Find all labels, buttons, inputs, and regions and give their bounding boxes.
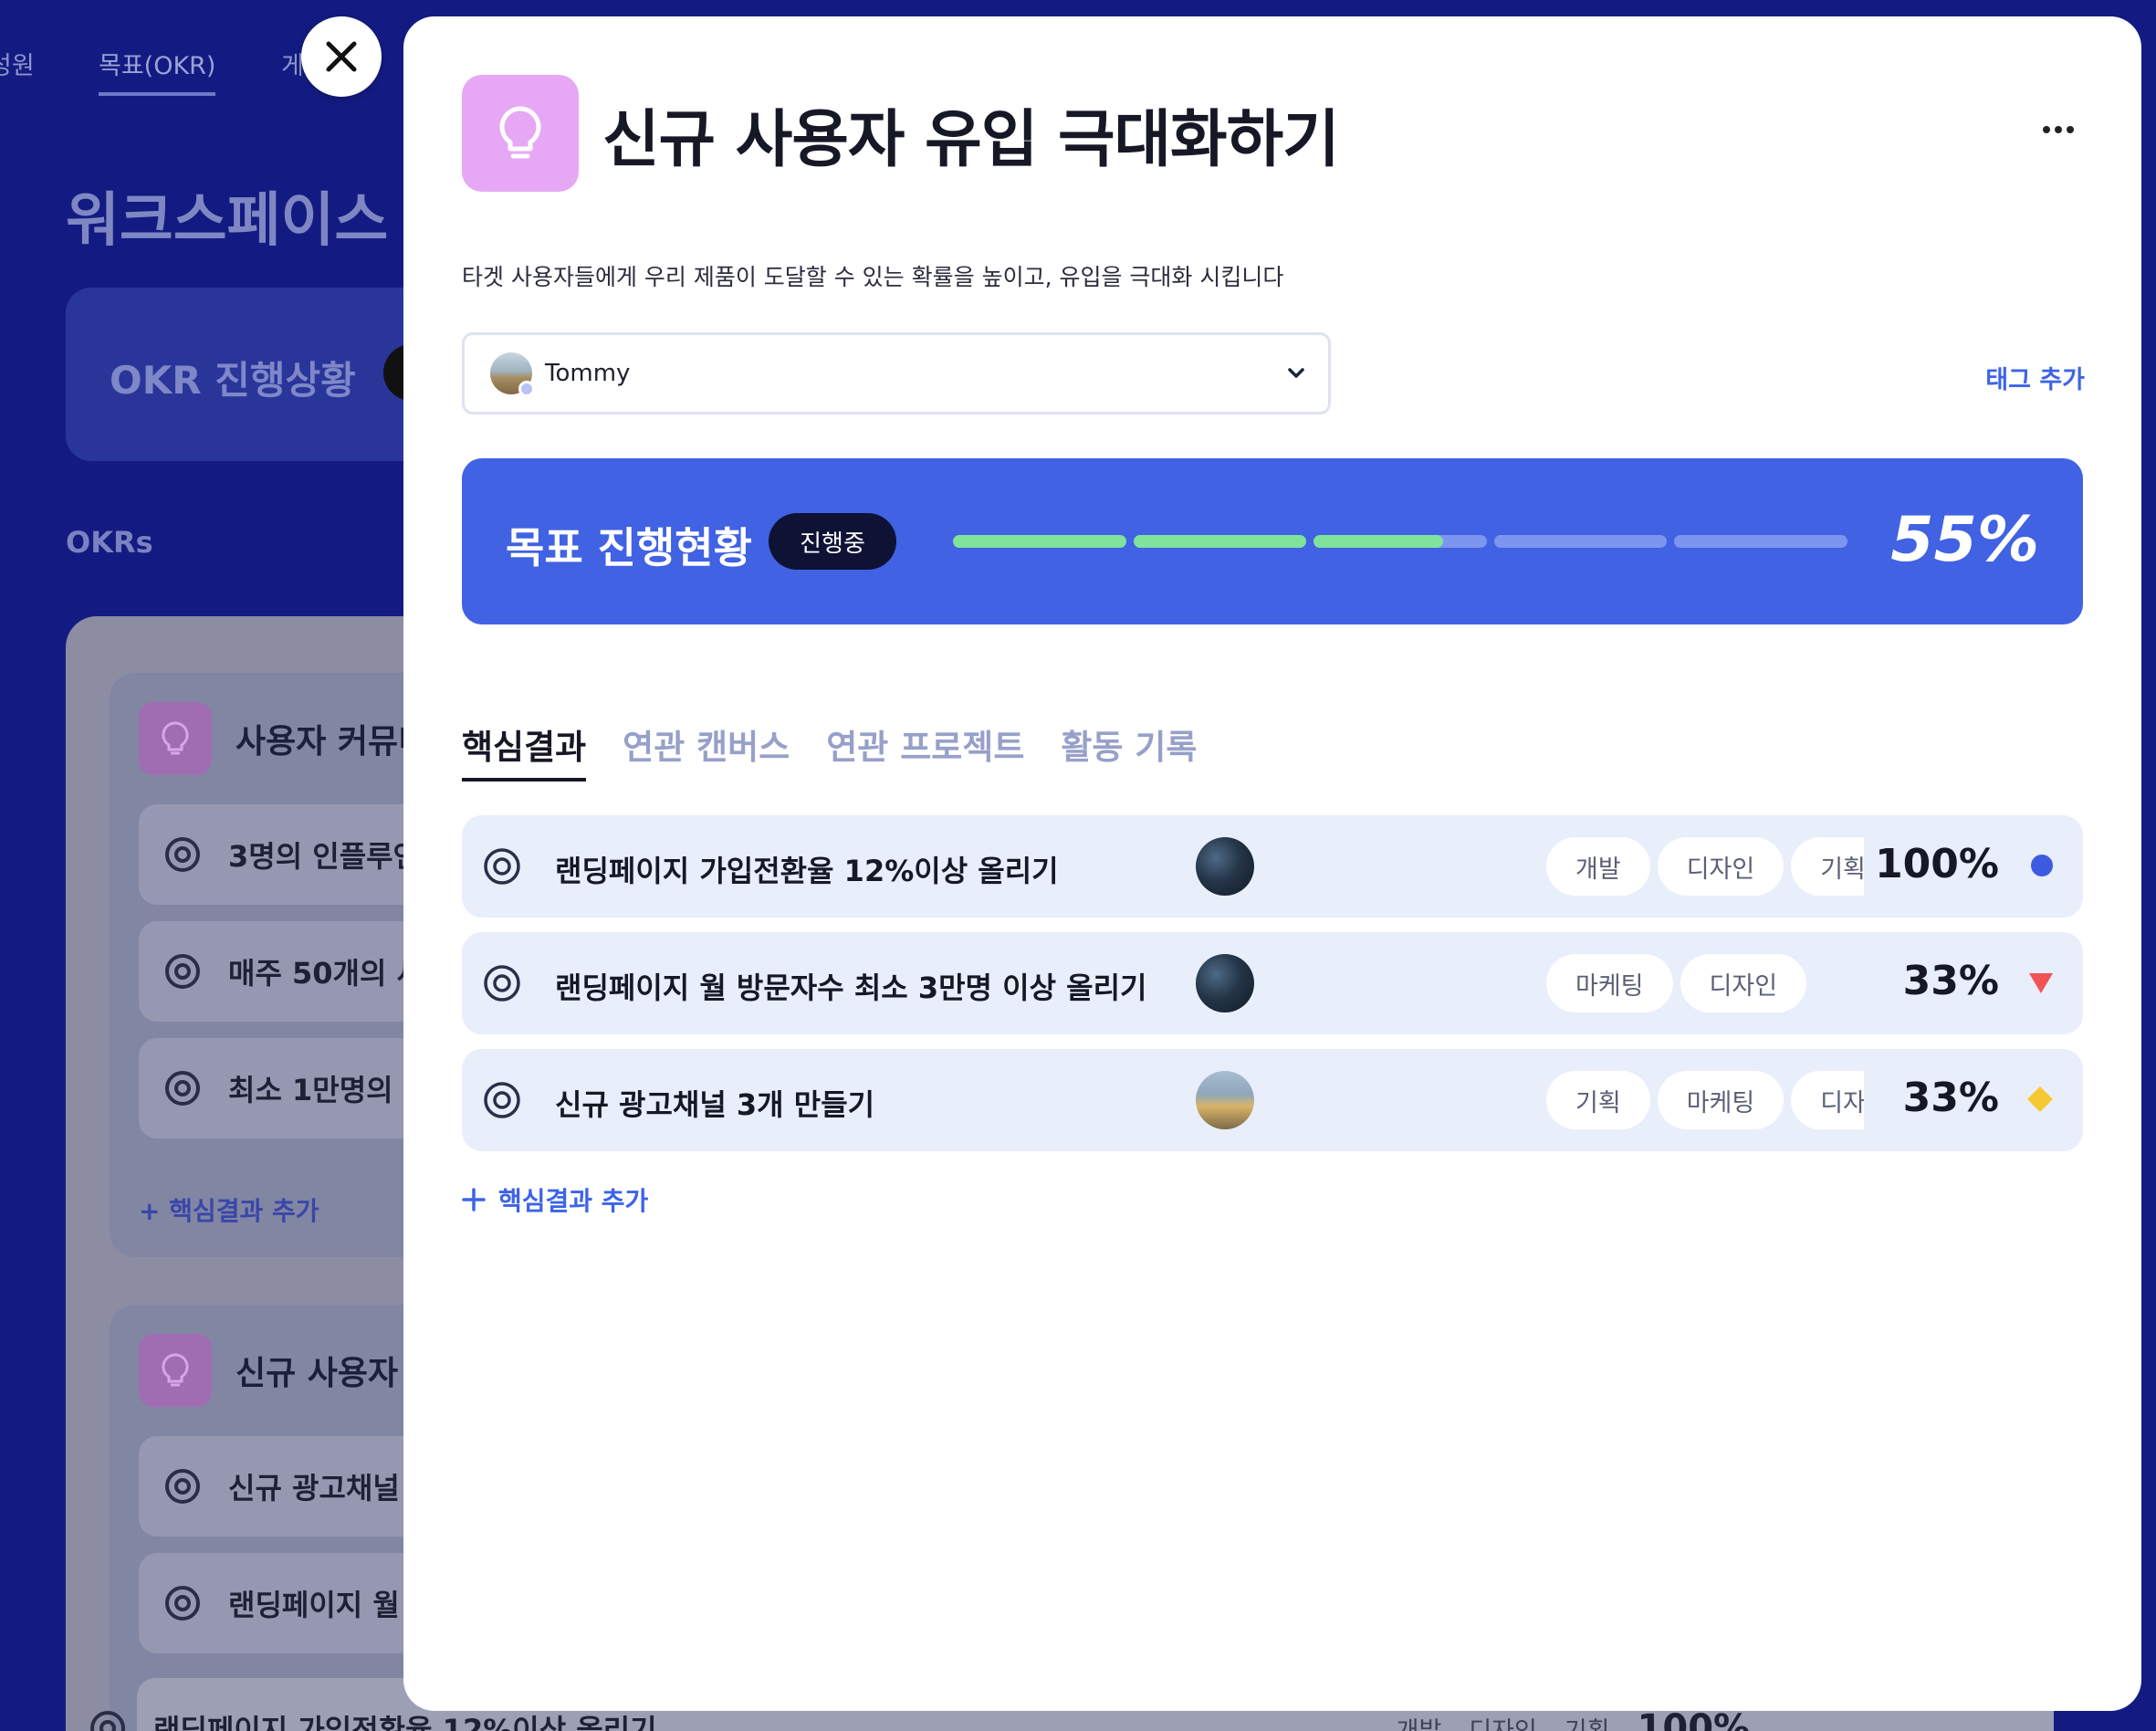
tag[interactable]: 디자인	[1680, 954, 1807, 1012]
nav-item-board[interactable]: 게	[281, 46, 304, 81]
status-diamond-icon	[2027, 1086, 2053, 1112]
target-icon	[165, 1469, 200, 1504]
progress-title: 목표 진행현황	[506, 523, 752, 572]
nav-item-members[interactable]: 성원	[0, 46, 35, 81]
key-result-percent: 33%	[1902, 1075, 1999, 1121]
add-key-result-button[interactable]: 핵심결과 추가	[462, 1181, 648, 1218]
kr-title: 최소 1만명의	[228, 1073, 393, 1107]
status-triangle-icon	[2029, 973, 2053, 993]
status-circle-icon	[2031, 855, 2053, 876]
avatar[interactable]	[1196, 954, 1254, 1012]
progress-segment	[1674, 535, 1847, 548]
tab-bar: 핵심결과 연관 캔버스 연관 프로젝트 활동 기록	[462, 719, 1197, 782]
key-result-title: 신규 광고채널 3개 만들기	[555, 1087, 875, 1122]
target-icon	[165, 1071, 200, 1106]
kr-title: 신규 광고채널	[228, 1471, 400, 1505]
progress-fill	[1313, 535, 1444, 548]
progress-bar	[953, 535, 1847, 548]
progress-segment	[1313, 535, 1487, 548]
workspace-title: 워크스페이스	[66, 187, 389, 255]
more-icon	[2043, 126, 2050, 133]
tab-related-project[interactable]: 연관 프로젝트	[826, 719, 1024, 782]
key-result-row[interactable]: 신규 광고채널 3개 만들기 기획 마케팅 디자인 33%	[462, 1049, 2083, 1151]
owner-select[interactable]: Tommy	[462, 332, 1331, 414]
objective-title: 신규 사용자 유입 극대화하기	[602, 103, 1340, 176]
key-result-percent: 100%	[1875, 841, 1999, 887]
key-result-title: 랜딩페이지 월 방문자수 최소 3만명 이상 올리기	[555, 970, 1147, 1005]
progress-fill	[953, 535, 1126, 548]
tag[interactable]: 마케팅	[1546, 954, 1673, 1012]
tag-list: 마케팅 디자인	[1546, 954, 1864, 1012]
tab-related-canvas[interactable]: 연관 캔버스	[623, 719, 790, 782]
close-button[interactable]	[301, 16, 382, 97]
avatar[interactable]	[1196, 1071, 1254, 1129]
progress-segment	[953, 535, 1126, 548]
tag[interactable]: 디자인	[1791, 1071, 1864, 1129]
tag: 기획	[1564, 1716, 1610, 1731]
avatar	[490, 352, 535, 397]
tag: 디자인	[1469, 1716, 1537, 1731]
more-options-button[interactable]	[2043, 126, 2074, 133]
chevron-down-icon	[1288, 368, 1304, 378]
plus-icon	[462, 1188, 486, 1212]
status-dot	[518, 381, 535, 397]
close-icon	[326, 41, 357, 72]
group-title: 사용자 커뮤니	[235, 723, 429, 761]
target-icon	[484, 1082, 520, 1118]
lightbulb-icon	[139, 1334, 212, 1407]
tag[interactable]: 기획	[1791, 837, 1864, 896]
target-icon	[165, 1586, 200, 1621]
add-key-result-label: 핵심결과 추가	[498, 1186, 649, 1216]
tab-key-results[interactable]: 핵심결과	[462, 719, 587, 782]
lightbulb-icon	[462, 75, 579, 192]
progress-segment	[1133, 535, 1307, 548]
kr-title: 랜딩페이지 월	[228, 1588, 400, 1622]
tag[interactable]: 디자인	[1657, 837, 1784, 896]
okr-status-label: OKR 진행상황	[110, 358, 356, 403]
progress-percent: 55%	[1890, 504, 2039, 576]
status-badge: 진행중	[769, 513, 896, 570]
tag[interactable]: 개발	[1546, 837, 1650, 896]
key-result-list: 랜딩페이지 가입전환율 12%이상 올리기 개발 디자인 기획 100% 랜딩페…	[462, 815, 2083, 1166]
tag[interactable]: 마케팅	[1657, 1071, 1784, 1129]
target-icon	[165, 837, 200, 872]
add-tag-link[interactable]: 태그 추가	[1985, 360, 2085, 395]
okr-list-panel: 사용자 커뮤니 3명의 인플루언 매주 50개의 새 최소 1만명의 + 핵심결…	[66, 616, 504, 1731]
progress-fill	[1133, 535, 1307, 548]
target-icon	[484, 848, 520, 885]
modal-header: 신규 사용자 유입 극대화하기	[462, 75, 1340, 192]
tag[interactable]: 기획	[1546, 1071, 1650, 1129]
objective-description: 타겟 사용자들에게 우리 제품이 도달할 수 있는 확률을 높이고, 유입을 극…	[462, 264, 1284, 290]
avatar[interactable]	[1196, 837, 1254, 896]
okrs-section-label: OKRs	[66, 525, 153, 560]
lightbulb-icon	[139, 702, 212, 775]
nav-item-okr[interactable]: 목표(OKR)	[99, 46, 216, 96]
target-icon	[484, 965, 520, 1002]
okr-status-card: OKR 진행상황	[66, 288, 449, 461]
tag: 개발	[1396, 1716, 1442, 1731]
tag-list: 기획 마케팅 디자인	[1546, 1071, 1864, 1129]
key-result-row[interactable]: 랜딩페이지 월 방문자수 최소 3만명 이상 올리기 마케팅 디자인 33%	[462, 932, 2083, 1034]
objective-detail-modal: 신규 사용자 유입 극대화하기 타겟 사용자들에게 우리 제품이 도달할 수 있…	[403, 16, 2141, 1711]
tag-list: 개발 디자인 기획	[1546, 837, 1864, 896]
key-result-title: 랜딩페이지 가입전환율 12%이상 올리기	[555, 854, 1059, 888]
group-title: 신규 사용자	[235, 1355, 399, 1392]
target-icon	[165, 954, 200, 989]
owner-name: Tommy	[545, 360, 631, 387]
kr-title: 3명의 인플루언	[228, 839, 421, 874]
kr-title: 매주 50개의 새	[228, 956, 424, 991]
progress-segment	[1493, 535, 1668, 548]
tab-activity-log[interactable]: 활동 기록	[1061, 719, 1197, 782]
objective-progress-card: 목표 진행현황 진행중 55%	[462, 458, 2083, 624]
key-result-percent: 33%	[1902, 958, 1999, 1004]
key-result-row[interactable]: 랜딩페이지 가입전환율 12%이상 올리기 개발 디자인 기획 100%	[462, 815, 2083, 918]
add-key-result-button[interactable]: + 핵심결과 추가	[139, 1191, 319, 1228]
target-icon	[90, 1711, 125, 1731]
